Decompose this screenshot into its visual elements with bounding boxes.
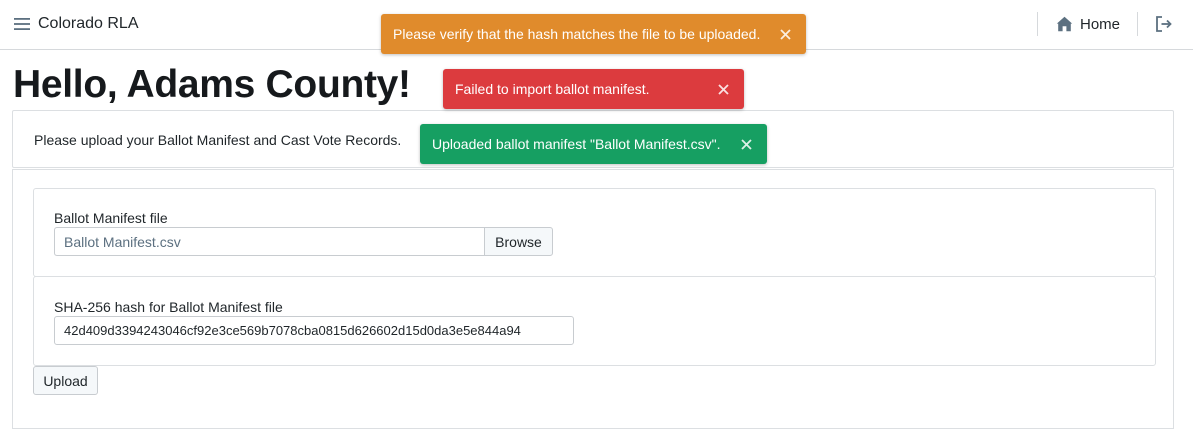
error-toast-close-button[interactable] (714, 80, 732, 98)
hash-group: SHA-256 hash for Ballot Manifest file (33, 276, 1156, 366)
error-toast-message: Failed to import ballot manifest. (455, 81, 650, 97)
home-label: Home (1080, 15, 1121, 33)
warning-toast: Please verify that the hash matches the … (381, 14, 806, 54)
warning-toast-close-button[interactable] (776, 25, 794, 43)
logout-button[interactable] (1155, 15, 1173, 33)
page-title: Hello, Adams County! (13, 63, 411, 106)
warning-toast-message: Please verify that the hash matches the … (393, 26, 761, 42)
hash-input[interactable] (54, 316, 574, 345)
nav-divider (1037, 12, 1038, 36)
close-icon (740, 138, 752, 150)
success-toast: Uploaded ballot manifest "Ballot Manifes… (420, 124, 767, 164)
nav-divider (1137, 12, 1138, 36)
error-toast: Failed to import ballot manifest. (443, 69, 744, 109)
home-button[interactable]: Home (1056, 14, 1120, 34)
manifest-file-group: Ballot Manifest file Ballot Manifest.csv… (33, 188, 1156, 277)
logout-icon (1156, 16, 1172, 32)
success-toast-close-button[interactable] (737, 135, 755, 153)
success-toast-message: Uploaded ballot manifest "Ballot Manifes… (432, 136, 721, 152)
menu-toggle[interactable]: Colorado RLA (14, 14, 139, 34)
manifest-file-input[interactable]: Ballot Manifest.csv (54, 227, 484, 256)
upload-card: Ballot Manifest file Ballot Manifest.csv… (12, 169, 1174, 429)
hamburger-menu-icon (14, 18, 30, 30)
close-icon (717, 83, 729, 95)
upload-button[interactable]: Upload (33, 366, 98, 395)
app-brand: Colorado RLA (38, 15, 139, 32)
home-icon (1056, 16, 1073, 32)
intro-text: Please upload your Ballot Manifest and C… (34, 132, 402, 148)
hash-label: SHA-256 hash for Ballot Manifest file (54, 299, 283, 315)
manifest-file-label: Ballot Manifest file (54, 210, 168, 226)
browse-button[interactable]: Browse (484, 227, 553, 256)
close-icon (779, 28, 791, 40)
